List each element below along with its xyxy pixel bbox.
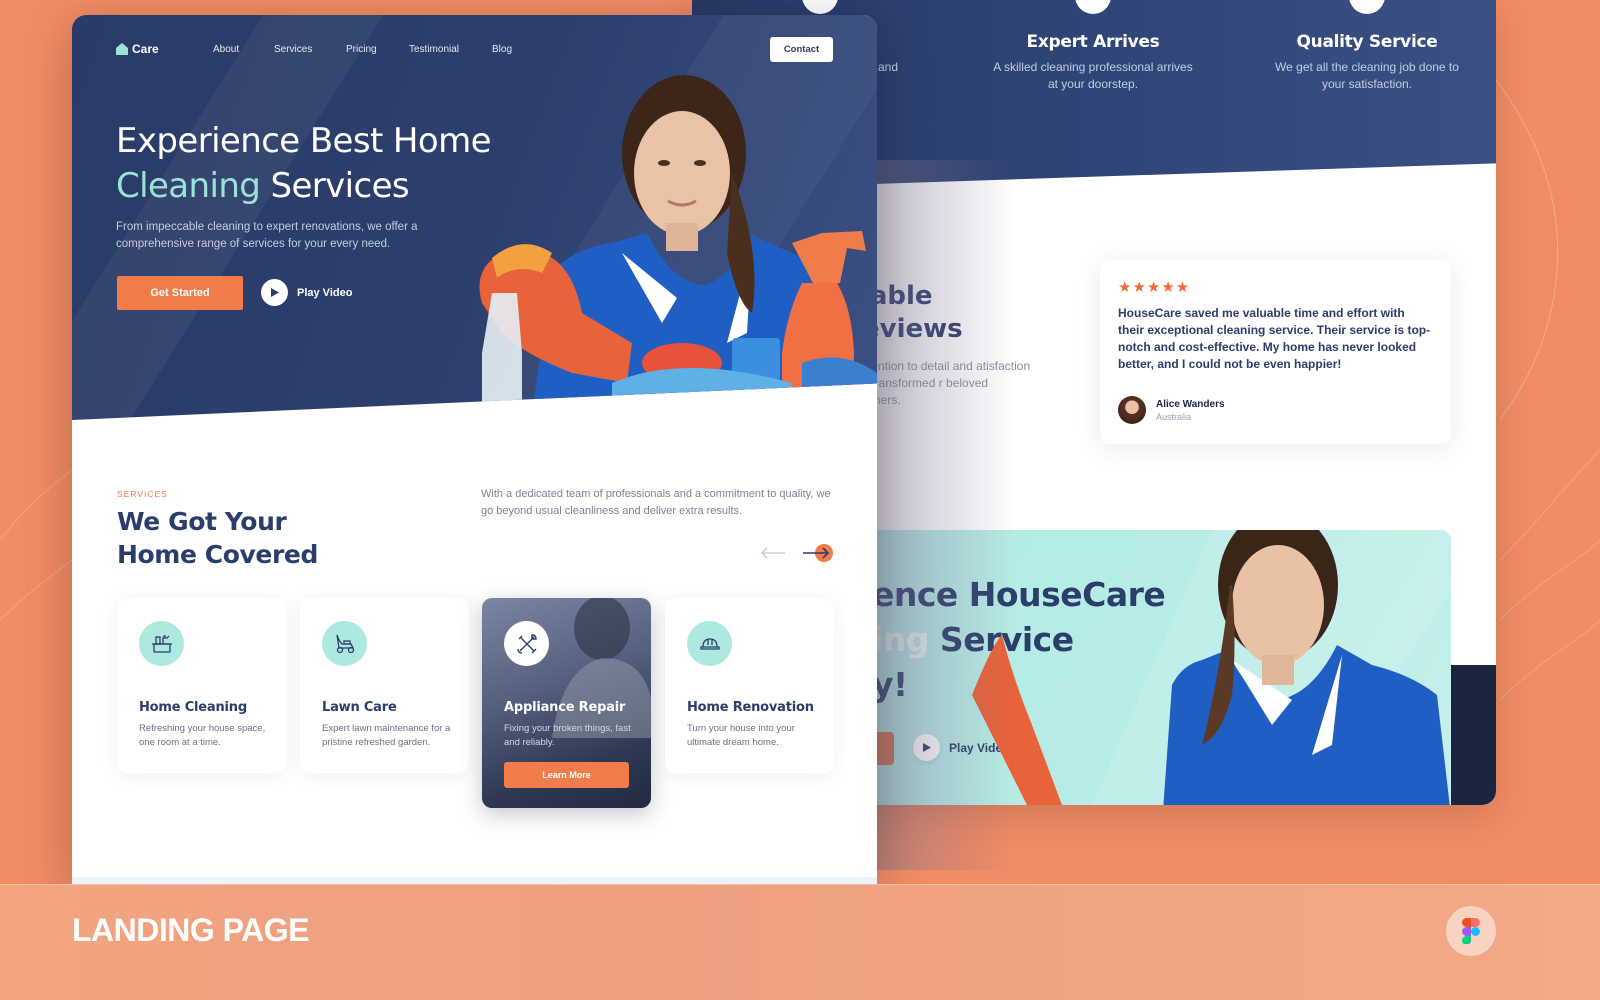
- star-rating: ★★★★★: [1118, 279, 1191, 296]
- review-author: Alice Wanders Australia: [1118, 396, 1225, 424]
- tools-icon: [504, 621, 549, 666]
- cta-banner: ence HouseCare ing Service y! Play Video: [792, 530, 1451, 805]
- review-quote: HouseCare saved me valuable time and eff…: [1118, 306, 1431, 371]
- review-card: ★★★★★ HouseCare saved me valuable time a…: [1100, 260, 1451, 444]
- card-description: Refreshing your house space, one room at…: [139, 723, 266, 748]
- author-location: Australia: [1156, 411, 1192, 422]
- brand-logo[interactable]: Care: [116, 42, 159, 56]
- nav-link-services[interactable]: Services: [274, 44, 312, 55]
- play-video-label: Play Video: [297, 286, 353, 299]
- front-page-preview: Care About Services Pricing Testimonial …: [72, 15, 877, 885]
- hero-cleaner-photo: [479, 75, 877, 413]
- card-description: Fixing your broken things, fast and reli…: [504, 723, 631, 748]
- nav-link-about[interactable]: About: [213, 44, 239, 55]
- step-desc-partial: and: [878, 60, 899, 74]
- step-title: Expert Arrives: [1026, 32, 1160, 52]
- play-video-button[interactable]: Play Video: [261, 279, 352, 306]
- step-expert-arrives: Expert Arrives A skilled cleaning profes…: [993, 32, 1193, 93]
- card-description: Expert lawn maintenance for a pristine r…: [322, 723, 451, 748]
- nav-link-testimonial[interactable]: Testimonial: [409, 44, 459, 55]
- cta-heading-accent: ing: [872, 620, 929, 659]
- arrow-left-icon[interactable]: [760, 547, 786, 559]
- nav-link-blog[interactable]: Blog: [492, 44, 512, 55]
- technician-photo: [552, 598, 651, 738]
- hero-heading: Experience Best Home Cleaning Services: [116, 119, 492, 209]
- figma-icon: [1446, 906, 1496, 956]
- services-heading-line2: Home Covered: [117, 540, 318, 569]
- card-title: Lawn Care: [322, 700, 397, 715]
- step-desc: A skilled cleaning professional arrives …: [993, 60, 1193, 91]
- arrow-right-icon[interactable]: [802, 544, 834, 562]
- section-kicker: SERVICES: [117, 489, 168, 499]
- services-heading: We Got Your Home Covered: [117, 505, 318, 571]
- learn-more-button[interactable]: Learn More: [504, 762, 629, 788]
- services-description: With a dedicated team of professionals a…: [481, 488, 831, 517]
- lawn-mower-icon: [322, 621, 367, 666]
- avatar: [1118, 396, 1146, 424]
- service-card-lawn-care[interactable]: Lawn Care Expert lawn maintenance for a …: [300, 598, 469, 773]
- card-description: Turn your house into your ultimate dream…: [687, 723, 795, 748]
- service-card-appliance-repair[interactable]: Appliance Repair Fixing your broken thin…: [482, 598, 651, 808]
- service-card-home-renovation[interactable]: Home Renovation Turn your house into you…: [665, 598, 834, 773]
- get-started-button[interactable]: Get Started: [117, 276, 243, 310]
- author-name: Alice Wanders: [1156, 398, 1225, 410]
- step-icon-circle: [802, 0, 838, 14]
- step-desc: We get all the cleaning job done to your…: [1275, 60, 1459, 91]
- presentation-footer: LANDING PAGE: [0, 884, 1600, 1000]
- card-title: Appliance Repair: [504, 700, 626, 715]
- cleaner-photo: [972, 530, 1450, 805]
- card-title: Home Renovation: [687, 700, 814, 715]
- hero-heading-line2: Cleaning Services: [116, 164, 491, 209]
- nav-link-pricing[interactable]: Pricing: [346, 44, 377, 55]
- service-card-home-cleaning[interactable]: Home Cleaning Refreshing your house spac…: [117, 598, 286, 773]
- hero-heading-accent: Cleaning: [116, 166, 261, 206]
- contact-button[interactable]: Contact: [770, 37, 833, 62]
- hero-heading-line1: Experience Best Home: [116, 121, 492, 161]
- hard-hat-icon: [687, 621, 732, 666]
- home-icon: [116, 43, 128, 55]
- step-icon-circle: [1349, 0, 1385, 14]
- footer-title: LANDING PAGE: [72, 912, 309, 948]
- hero-subtitle: From impeccable cleaning to expert renov…: [116, 221, 418, 250]
- card-title: Home Cleaning: [139, 700, 247, 715]
- hero-section: Care About Services Pricing Testimonial …: [72, 15, 877, 420]
- play-icon: [261, 279, 288, 306]
- step-title: Quality Service: [1296, 32, 1438, 52]
- services-heading-line1: We Got Your: [117, 507, 287, 536]
- step-quality-service: Quality Service We get all the cleaning …: [1267, 32, 1467, 93]
- step-icon-circle: [1075, 0, 1111, 14]
- cleaning-bucket-icon: [139, 621, 184, 666]
- play-icon: [913, 734, 940, 761]
- hero-heading-rest: Services: [260, 166, 410, 206]
- brand-name: Care: [132, 42, 159, 56]
- top-navigation: Care About Services Pricing Testimonial …: [72, 15, 877, 83]
